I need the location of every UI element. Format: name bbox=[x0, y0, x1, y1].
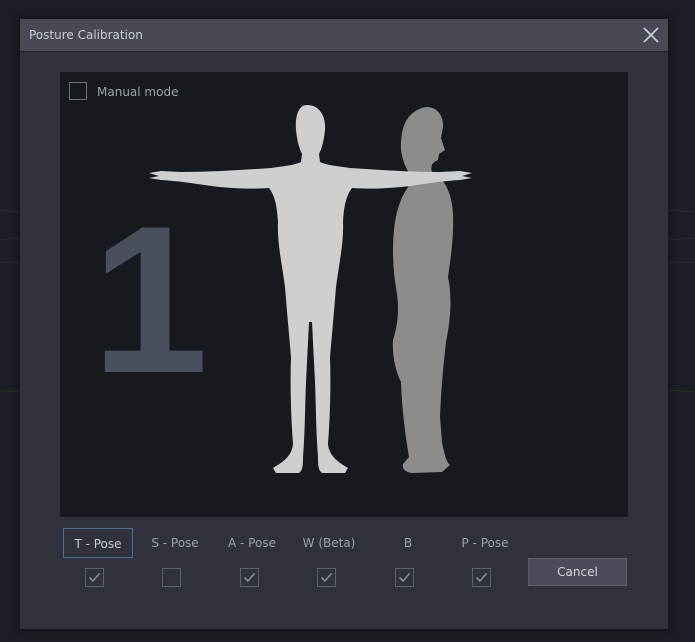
tab-p-pose[interactable]: P - Pose bbox=[450, 528, 520, 558]
tab-t-pose[interactable]: T - Pose bbox=[63, 528, 133, 558]
pose-illustration: 1 bbox=[92, 105, 472, 473]
p-pose-checkbox[interactable] bbox=[472, 568, 491, 587]
tab-a-pose[interactable]: A - Pose bbox=[217, 528, 287, 558]
b-checkbox[interactable] bbox=[395, 568, 414, 587]
s-pose-checkbox[interactable] bbox=[162, 568, 181, 587]
close-button[interactable] bbox=[640, 24, 662, 46]
tab-w-beta[interactable]: W (Beta) bbox=[294, 528, 364, 558]
a-pose-checkbox[interactable] bbox=[240, 568, 259, 587]
step-number: 1 bbox=[92, 182, 209, 417]
checkmark-icon bbox=[398, 572, 411, 583]
checkmark-icon bbox=[243, 572, 256, 583]
side-figure-silhouette bbox=[392, 106, 454, 473]
t-pose-checkbox[interactable] bbox=[85, 568, 104, 587]
posture-calibration-dialog: Posture Calibration Manual mode 1 T - Po… bbox=[19, 18, 669, 630]
tab-s-pose[interactable]: S - Pose bbox=[140, 528, 210, 558]
w-beta-checkbox[interactable] bbox=[317, 568, 336, 587]
pose-preview-viewport: Manual mode 1 bbox=[60, 72, 628, 517]
checkmark-icon bbox=[320, 572, 333, 583]
close-icon bbox=[643, 27, 659, 43]
checkmark-icon bbox=[475, 572, 488, 583]
cancel-button[interactable]: Cancel bbox=[528, 558, 627, 586]
checkmark-icon bbox=[88, 572, 101, 583]
tab-b[interactable]: B bbox=[373, 528, 443, 558]
dialog-titlebar: Posture Calibration bbox=[20, 19, 668, 52]
dialog-title: Posture Calibration bbox=[29, 28, 143, 42]
